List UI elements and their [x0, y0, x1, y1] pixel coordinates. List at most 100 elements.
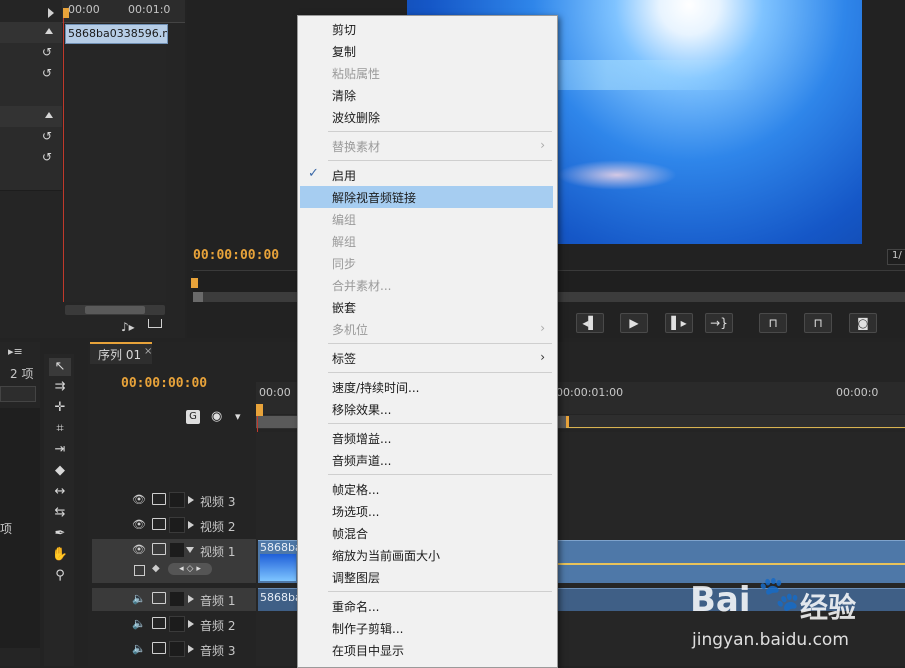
eye-icon[interactable]: 👁: [132, 518, 146, 531]
panel-menu-icon[interactable]: ▸≡: [8, 345, 23, 358]
camera-icon[interactable]: [152, 543, 166, 555]
menu-item-label-color[interactable]: 标签 ›: [300, 347, 553, 369]
ec-scrollbar[interactable]: [65, 305, 165, 315]
menu-item-field-options[interactable]: 场选项...: [300, 500, 553, 522]
track-header-audio-2[interactable]: 🔈 音频 2: [92, 613, 256, 636]
menu-item-rename[interactable]: 重命名...: [300, 595, 553, 617]
project-dropdown[interactable]: [0, 386, 36, 402]
zoom-tool-icon[interactable]: ⚲: [49, 567, 71, 585]
timeline-timecode[interactable]: 00:00:00:00: [121, 376, 207, 391]
track-header-video-1[interactable]: 👁 视频 1 ◆ ◂ ◇ ▸: [92, 539, 256, 583]
display-style-icon[interactable]: [134, 565, 145, 576]
menu-item-reveal-in-project[interactable]: 在项目中显示: [300, 639, 553, 661]
camera-icon[interactable]: [152, 493, 166, 505]
menu-item-speed-duration[interactable]: 速度/持续时间...: [300, 376, 553, 398]
track-header-audio-1[interactable]: 🔈 音频 1: [92, 588, 256, 611]
zoom-bar-handle[interactable]: [193, 292, 203, 302]
expand-arrow-icon[interactable]: [188, 595, 194, 603]
go-to-out-button[interactable]: →}: [705, 313, 733, 333]
sync-lock-icon[interactable]: [152, 642, 166, 654]
menu-item-multi-camera[interactable]: 多机位 ›: [300, 318, 553, 340]
play-button[interactable]: ▶: [620, 313, 648, 333]
track-lock-toggle[interactable]: [169, 591, 185, 607]
close-icon[interactable]: ×: [144, 346, 152, 357]
project-item-label[interactable]: 项: [0, 520, 12, 537]
ripple-edit-tool-icon[interactable]: ✛: [49, 399, 71, 417]
play-audio-icon[interactable]: ♪▸: [121, 320, 135, 334]
expand-arrow-icon[interactable]: [188, 620, 194, 628]
fit-dropdown[interactable]: 1/: [887, 249, 905, 265]
rate-stretch-tool-icon[interactable]: ⇥: [49, 441, 71, 459]
slide-tool-icon[interactable]: ⇆: [49, 504, 71, 522]
track-select-tool-icon[interactable]: ⇉: [49, 378, 71, 396]
snap-icon[interactable]: G: [186, 410, 200, 424]
track-header-video-2[interactable]: 👁 视频 2: [92, 514, 256, 537]
menu-item-adjustment-layer[interactable]: 调整图层: [300, 566, 553, 588]
extract-button[interactable]: ⊓: [804, 313, 832, 333]
keyframe-icon[interactable]: ◆: [152, 563, 160, 574]
track-header-audio-3[interactable]: 🔈 音频 3: [92, 638, 256, 661]
reset-icon[interactable]: ↺: [42, 67, 54, 79]
expand-arrow-icon[interactable]: [188, 496, 194, 504]
program-timecode[interactable]: 00:00:00:00: [193, 248, 279, 263]
ec-expand-arrow[interactable]: [48, 8, 54, 18]
razor-tool-icon[interactable]: ◆: [49, 462, 71, 480]
track-lock-toggle[interactable]: [169, 616, 185, 632]
menu-item-audio-gain[interactable]: 音频增益...: [300, 427, 553, 449]
track-header-video-3[interactable]: 👁 视频 3: [92, 489, 256, 512]
timeline-playhead[interactable]: [256, 404, 263, 416]
marker-icon[interactable]: ◉: [211, 409, 222, 424]
reset-icon[interactable]: ↺: [42, 130, 54, 142]
speaker-icon[interactable]: 🔈: [132, 617, 146, 630]
menu-item-frame-blend[interactable]: 帧混合: [300, 522, 553, 544]
step-forward-button[interactable]: ▌▸: [665, 313, 693, 333]
timeline-tab[interactable]: 序列 01 ×: [90, 342, 152, 364]
menu-item-copy[interactable]: 复制: [300, 40, 553, 62]
step-back-button[interactable]: ◂▌: [576, 313, 604, 333]
reset-icon[interactable]: ↺: [42, 46, 54, 58]
sync-lock-icon[interactable]: [152, 592, 166, 604]
reset-icon[interactable]: ↺: [42, 151, 54, 163]
menu-item-ungroup[interactable]: 解组: [300, 230, 553, 252]
menu-item-remove-effects[interactable]: 移除效果...: [300, 398, 553, 420]
menu-item-frame-hold[interactable]: 帧定格...: [300, 478, 553, 500]
menu-item-clear[interactable]: 清除: [300, 84, 553, 106]
menu-item-cut[interactable]: 剪切: [300, 18, 553, 40]
speaker-icon[interactable]: 🔈: [132, 642, 146, 655]
ec-scrollbar-thumb[interactable]: [85, 306, 145, 314]
menu-item-nest[interactable]: 嵌套: [300, 296, 553, 318]
track-lock-toggle[interactable]: [169, 492, 185, 508]
expand-arrow-icon[interactable]: [188, 521, 194, 529]
menu-item-unlink[interactable]: 解除视音频链接: [300, 186, 553, 208]
menu-item-paste-attributes[interactable]: 粘贴属性: [300, 62, 553, 84]
camera-icon[interactable]: [152, 518, 166, 530]
ec-playhead-marker[interactable]: [63, 8, 69, 18]
speaker-icon[interactable]: 🔈: [132, 592, 146, 605]
track-lock-toggle[interactable]: [169, 542, 185, 558]
hand-tool-icon[interactable]: ✋: [49, 546, 71, 564]
menu-item-make-subclip[interactable]: 制作子剪辑...: [300, 617, 553, 639]
track-lock-toggle[interactable]: [169, 517, 185, 533]
track-lock-toggle[interactable]: [169, 641, 185, 657]
menu-item-synchronize[interactable]: 同步: [300, 252, 553, 274]
menu-item-merge-clips[interactable]: 合并素材...: [300, 274, 553, 296]
ec-clip[interactable]: 5868ba0338596.mp: [65, 24, 168, 44]
menu-item-replace-footage[interactable]: 替换素材 ›: [300, 135, 553, 157]
menu-item-enable[interactable]: ✓ 启用: [300, 164, 553, 186]
collapse-arrow-icon[interactable]: [186, 547, 194, 553]
ec-ruler[interactable]: 00:00 00:01:0: [62, 0, 185, 23]
selection-tool-icon[interactable]: ↖: [49, 358, 71, 376]
slip-tool-icon[interactable]: ↔: [49, 483, 71, 501]
menu-item-audio-channels[interactable]: 音频声道...: [300, 449, 553, 471]
eye-icon[interactable]: 👁: [132, 543, 146, 556]
rolling-edit-tool-icon[interactable]: ⌗: [49, 420, 71, 438]
export-icon[interactable]: [148, 319, 162, 328]
menu-item-group[interactable]: 编组: [300, 208, 553, 230]
collapse-icon[interactable]: [45, 112, 53, 118]
pen-tool-icon[interactable]: ✒: [49, 525, 71, 543]
menu-item-ripple-delete[interactable]: 波纹删除: [300, 106, 553, 128]
export-frame-button[interactable]: ◙: [849, 313, 877, 333]
menu-item-scale-to-frame[interactable]: 缩放为当前画面大小: [300, 544, 553, 566]
lift-button[interactable]: ⊓: [759, 313, 787, 333]
sync-lock-icon[interactable]: [152, 617, 166, 629]
